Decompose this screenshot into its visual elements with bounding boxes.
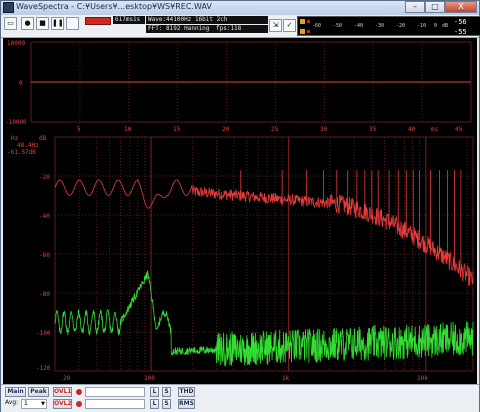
cursor-freq: 48.4Hz [17, 142, 39, 149]
waveform-x-labels: 5 10 15 20 25 30 35 40 ms 45 [77, 126, 463, 133]
meter-tick: -60 [312, 23, 322, 29]
export-icon[interactable]: ⇲ [269, 19, 282, 32]
blank-icon[interactable] [66, 17, 79, 30]
ch1-load-button[interactable]: L [150, 387, 159, 397]
spec-y-label: -20 [39, 174, 50, 181]
cursor-readout: Hz 48.4Hz -61.57dB [7, 135, 39, 156]
pause-icon[interactable]: ❚❚ [51, 17, 64, 30]
avg-select[interactable]: 1 ▼ [21, 399, 47, 409]
ch2-record-icon[interactable] [76, 401, 82, 407]
close-button[interactable]: X [445, 1, 477, 13]
wave-y-label: 0 [19, 80, 23, 87]
spec-y-label: -100 [36, 330, 51, 337]
ch2-spectrum-trace [54, 269, 474, 367]
thd-button[interactable]: THD [178, 387, 195, 397]
meter-top-value: -56 [454, 18, 467, 26]
meter-bottom-value: -55 [454, 28, 467, 36]
wave-x-label: 30 [320, 126, 328, 133]
spectrum-x-labels: 20 100 1k 10k [63, 375, 428, 382]
meter-tick: -10 [417, 23, 427, 29]
meter-tick: -30 [375, 23, 385, 29]
spec-x-label: 20 [63, 375, 71, 382]
bottom-controls: Main Peak OVL1 L S THD Avg: 1 ▼ OVL2 L S… [1, 384, 479, 412]
window-title: WaveSpectra - C:¥Users¥...esktop¥WS¥REC.… [16, 2, 212, 11]
wave-x-label: 10 [124, 126, 132, 133]
meter-top-bar [307, 20, 310, 23]
spectrum-plot: dB -20 -40 -60 -80 -100 -120 20 100 1k 1… [7, 135, 474, 382]
ch1-save-button[interactable]: S [162, 387, 171, 397]
fft-info: FFT: 8192 Hanning [146, 25, 214, 33]
avg-label: Avg: [5, 399, 19, 406]
meter-tick: -50 [333, 23, 343, 29]
spec-y-label: dB [39, 135, 47, 142]
waveform-y-labels: 10000 0 -10000 [5, 40, 27, 126]
avg-value: 1 [24, 400, 28, 407]
record-icon[interactable]: ● [21, 17, 34, 30]
meter-bottom-marker [300, 29, 305, 34]
peak-button[interactable]: Peak [28, 387, 49, 397]
meter-tick: -40 [354, 23, 364, 29]
spec-y-label: -120 [36, 365, 51, 372]
wave-x-label: 5 [77, 126, 81, 133]
spec-x-label: 100 [144, 375, 155, 382]
ch2-file-field[interactable] [85, 399, 145, 409]
record-level-bar [85, 17, 111, 25]
cursor-hz-label: Hz [11, 135, 19, 142]
meter-tick: -20 [396, 23, 406, 29]
spec-y-label: -60 [39, 252, 50, 259]
ch1-record-icon[interactable] [76, 389, 82, 395]
wave-y-label: 10000 [7, 40, 25, 47]
wave-x-label: 40 [408, 126, 416, 133]
ch1-spectrum-trace [54, 179, 474, 287]
minimize-button[interactable]: – [405, 1, 425, 13]
spec-x-label: 10k [417, 375, 428, 382]
stop-icon[interactable]: ■ [36, 17, 49, 30]
app-window: WaveSpectra - C:¥Users¥...esktop¥WS¥REC.… [0, 0, 480, 412]
spectrum-traces [54, 170, 474, 367]
rms-button[interactable]: RMS [178, 399, 195, 409]
wave-x-unit: ms [431, 126, 439, 133]
spec-y-label: -80 [39, 291, 50, 298]
meter-bottom-bar [307, 30, 310, 33]
maximize-button[interactable]: □ [425, 1, 445, 13]
spectrum-y-labels: dB -20 -40 -60 -80 -100 -120 [36, 135, 51, 372]
cursor-level: -61.57dB [7, 149, 36, 156]
wave-info: Wave:44100Hz 16bit 2ch [146, 16, 268, 24]
spec-x-label: 1k [282, 375, 290, 382]
meter-unit: dB [442, 23, 449, 29]
wave-x-label: 15 [173, 126, 181, 133]
main-button[interactable]: Main [5, 387, 26, 397]
settings-icon[interactable]: ✓ [283, 19, 296, 32]
fps-info: fps:118 [214, 25, 268, 33]
app-icon [3, 2, 14, 13]
wave-x-label: 35 [369, 126, 377, 133]
open-file-icon[interactable]: ▭ [4, 17, 17, 30]
ch1-file-field[interactable] [85, 387, 145, 397]
meter-top-marker [300, 19, 305, 24]
ch2-load-button[interactable]: L [150, 399, 159, 409]
waveform-panel[interactable]: 10000 0 -10000 5 10 15 20 25 30 35 40 ms… [3, 38, 477, 135]
wave-y-label: -10000 [5, 119, 27, 126]
meter-scale: -60 -50 -40 -30 -20 -10 0 dB [312, 24, 450, 29]
level-meter: -60 -50 -40 -30 -20 -10 0 dB -56 -55 [297, 16, 480, 36]
waveform-plot: 10000 0 -10000 5 10 15 20 25 30 35 40 ms… [5, 40, 472, 133]
ovl2-indicator: OVL2 [53, 399, 72, 409]
wave-x-label: 20 [222, 126, 230, 133]
meter-tick: 0 [434, 23, 438, 29]
ovl1-indicator: OVL1 [53, 387, 72, 397]
spec-y-label: -40 [39, 213, 50, 220]
wave-x-label: 45 [455, 126, 463, 133]
chevron-down-icon: ▼ [41, 401, 45, 407]
ch2-save-button[interactable]: S [162, 399, 171, 409]
timer-display: 617ms1s [113, 16, 145, 24]
title-bar: WaveSpectra - C:¥Users¥...esktop¥WS¥REC.… [1, 1, 479, 15]
spectrum-panel[interactable]: dB -20 -40 -60 -80 -100 -120 20 100 1k 1… [3, 134, 477, 384]
wave-x-label: 25 [271, 126, 279, 133]
